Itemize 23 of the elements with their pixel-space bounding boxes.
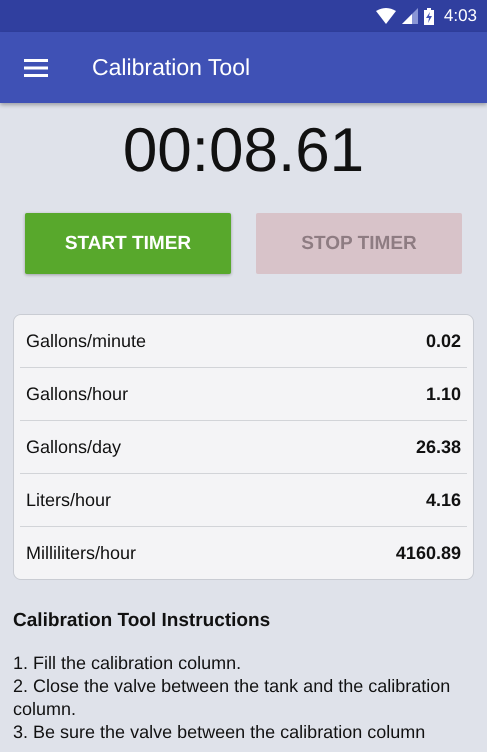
rate-value: 0.02 — [426, 330, 461, 352]
clock-time: 4:03 — [444, 6, 477, 26]
rate-label: Gallons/hour — [26, 384, 128, 404]
wifi-icon — [376, 8, 396, 24]
battery-charging-icon — [424, 8, 434, 24]
rate-label: Liters/hour — [26, 490, 112, 510]
timer-reading: 00:08.61 — [122, 115, 366, 187]
rate-value: 26.38 — [416, 436, 461, 458]
menu-button[interactable] — [24, 58, 48, 76]
start-timer-button[interactable]: START TIMER — [25, 213, 231, 274]
rate-value: 4.16 — [426, 490, 461, 510]
menu-icon — [24, 58, 48, 76]
rate-label: Gallons/minute — [26, 330, 146, 352]
rate-value: 4160.89 — [396, 542, 461, 564]
rate-value: 1.10 — [426, 384, 461, 404]
instruction-step: 1. Fill the calibration column. — [13, 652, 474, 675]
app-title: Calibration Tool — [92, 54, 250, 81]
instruction-step: 2. Close the valve between the tank and the calibration column. — [13, 675, 474, 721]
instructions-heading: Calibration Tool Instructions — [13, 610, 272, 632]
rate-label: Milliliters/hour — [26, 542, 136, 564]
instruction-step: 3. Be sure the valve between the calibration column — [13, 721, 474, 744]
rate-label: Gallons/day — [26, 436, 122, 458]
signal-icon — [402, 8, 418, 24]
